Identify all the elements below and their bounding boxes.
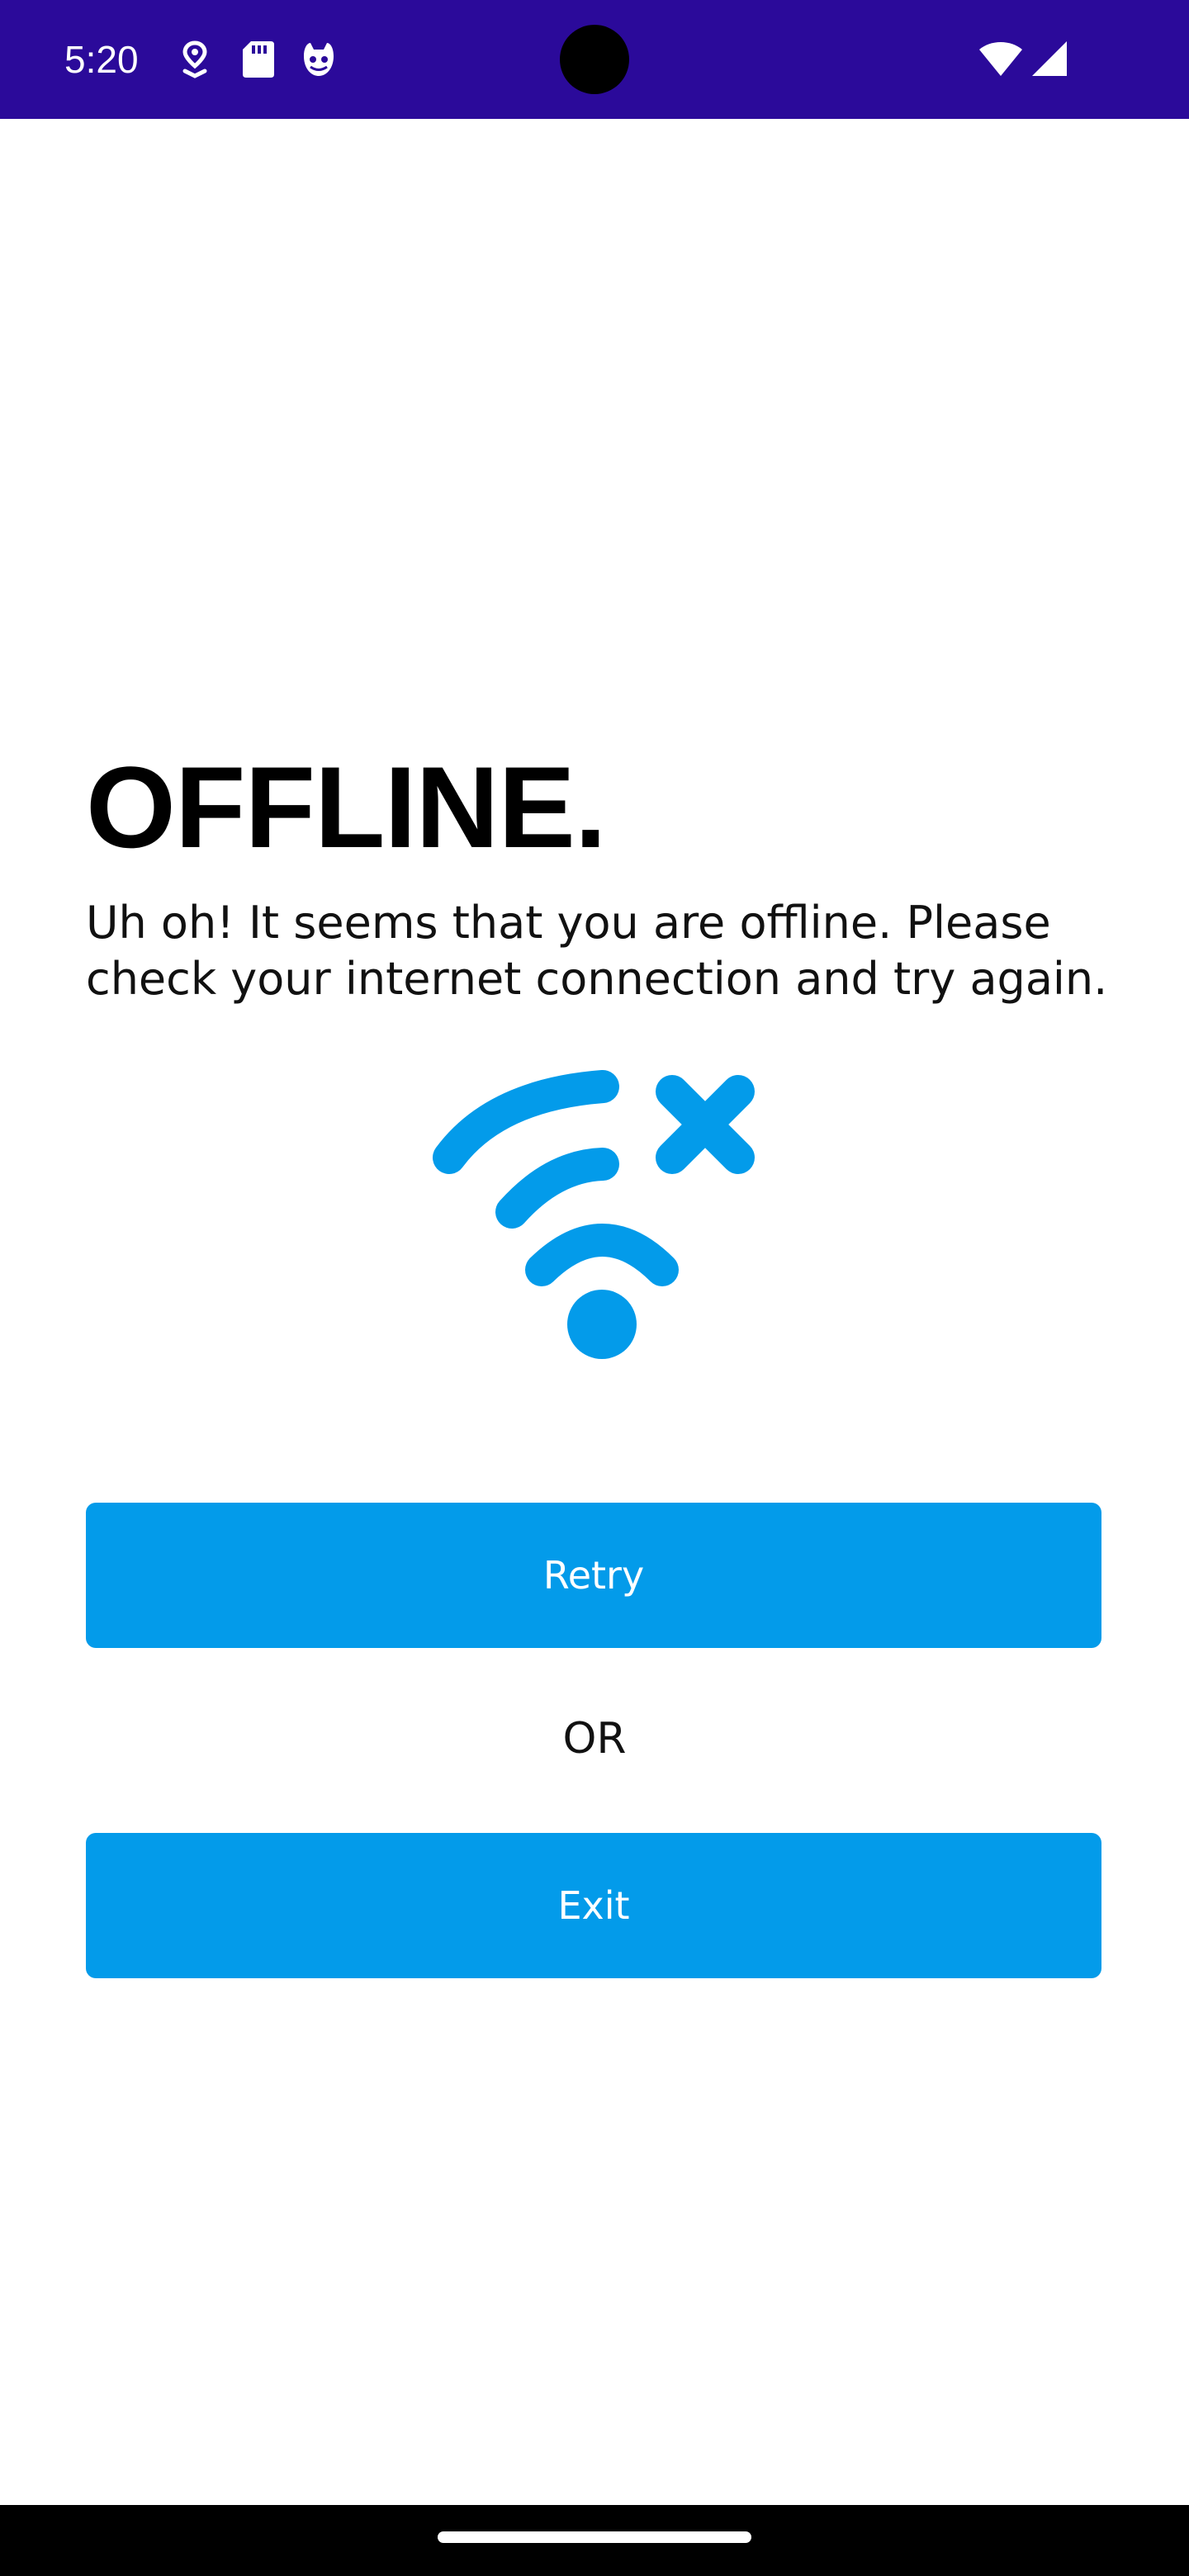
offline-screen: 5:20 OFFLINE. Uh oh! It seems that you a…: [0, 0, 1189, 2576]
sd-card-icon: [238, 38, 277, 81]
retry-button[interactable]: Retry: [86, 1503, 1101, 1648]
wifi-icon: [978, 38, 1024, 81]
status-time: 5:20: [64, 38, 139, 81]
page-title: OFFLINE.: [86, 742, 607, 872]
status-bar: 5:20: [0, 0, 1189, 119]
location-pin-icon: [175, 38, 215, 81]
exit-button[interactable]: Exit: [86, 1833, 1101, 1978]
home-indicator[interactable]: [438, 2531, 751, 2543]
or-separator: OR: [562, 1714, 627, 1764]
navigation-bar: [0, 2505, 1189, 2576]
camera-cutout: [560, 25, 629, 94]
wifi-off-icon: [429, 1070, 768, 1359]
cell-signal-icon: [1030, 38, 1070, 81]
offline-message: Uh oh! It seems that you are offline. Pl…: [86, 897, 1108, 1005]
cat-face-icon: [299, 38, 339, 81]
